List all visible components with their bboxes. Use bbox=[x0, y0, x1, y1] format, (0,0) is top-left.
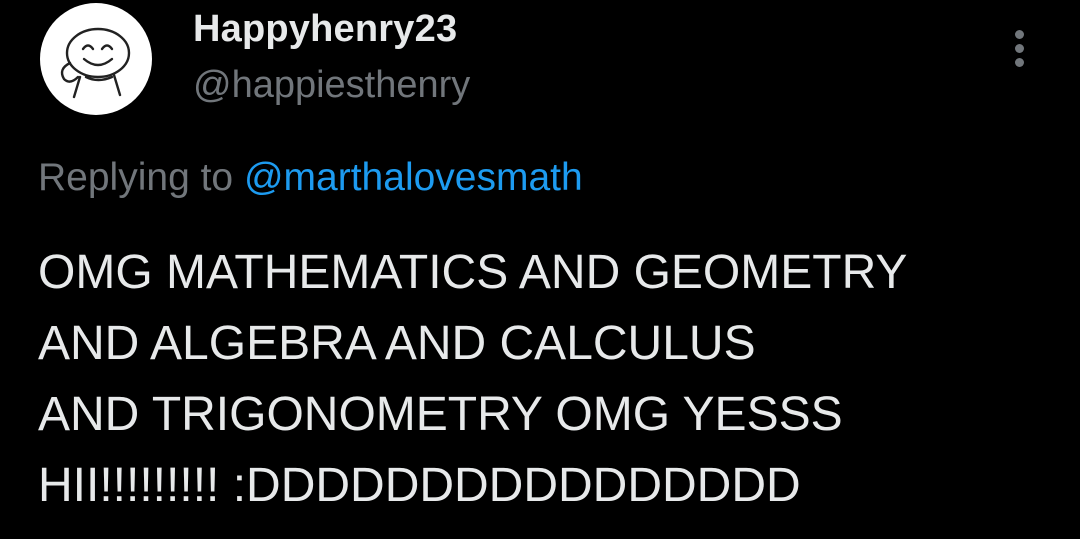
tweet-text-line: OMG MATHEMATICS AND GEOMETRY bbox=[38, 246, 908, 299]
tweet-text-line: AND ALGEBRA AND CALCULUS bbox=[38, 317, 756, 370]
tweet: Happyhenry23 @happiesthenry Replying to … bbox=[0, 0, 1080, 539]
more-options-button[interactable] bbox=[1004, 26, 1036, 72]
tweet-text-line: AND TRIGONOMETRY OMG YESSS bbox=[38, 388, 843, 441]
replying-to-label: Replying to bbox=[38, 156, 234, 199]
display-name[interactable]: Happyhenry23 bbox=[193, 8, 457, 51]
vertical-ellipsis-icon bbox=[1015, 44, 1024, 53]
user-handle[interactable]: @happiesthenry bbox=[193, 64, 470, 107]
reply-mention-link[interactable]: @marthalovesmath bbox=[244, 156, 583, 199]
vertical-ellipsis-icon bbox=[1015, 30, 1024, 39]
smiley-doodle-avatar-icon bbox=[60, 27, 131, 99]
tweet-text: OMG MATHEMATICS AND GEOMETRY AND ALGEBRA… bbox=[38, 237, 1038, 521]
replying-to: Replying to @marthalovesmath bbox=[38, 156, 583, 200]
vertical-ellipsis-icon bbox=[1015, 58, 1024, 67]
tweet-text-line: HII!!!!!!!!! :DDDDDDDDDDDDDDDD bbox=[38, 459, 801, 512]
avatar[interactable] bbox=[40, 3, 152, 115]
